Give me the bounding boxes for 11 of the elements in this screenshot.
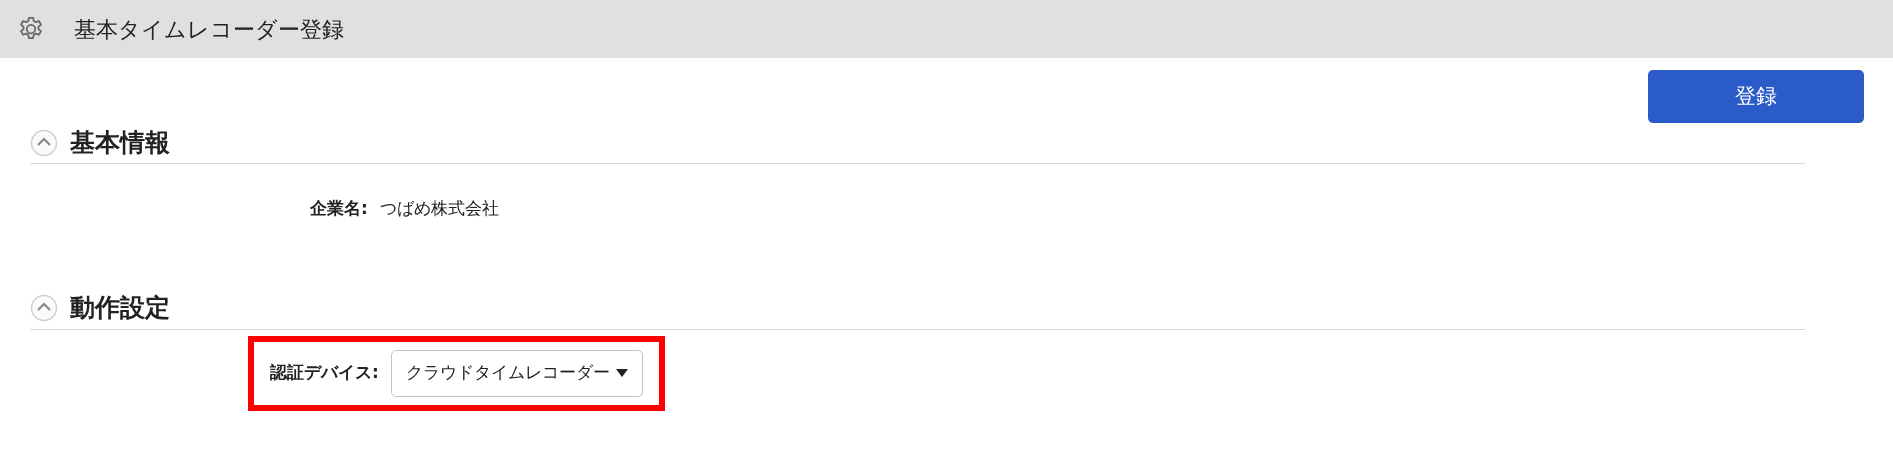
field-label: 認証デバイス:	[270, 361, 379, 385]
page-title: 基本タイムレコーダー登録	[74, 15, 344, 44]
collapse-toggle[interactable]	[30, 128, 58, 157]
field-label: 企業名:	[310, 197, 368, 220]
device-dropdown[interactable]: クラウドタイムレコーダー	[390, 349, 643, 397]
collapse-toggle[interactable]	[30, 294, 58, 322]
register-button[interactable]: 登録	[1648, 70, 1864, 123]
section-title: 基本情報	[70, 126, 170, 159]
section-title: 動作設定	[70, 292, 170, 325]
caret-icon	[615, 369, 628, 377]
field-value: つばめ株式会社	[379, 197, 499, 220]
